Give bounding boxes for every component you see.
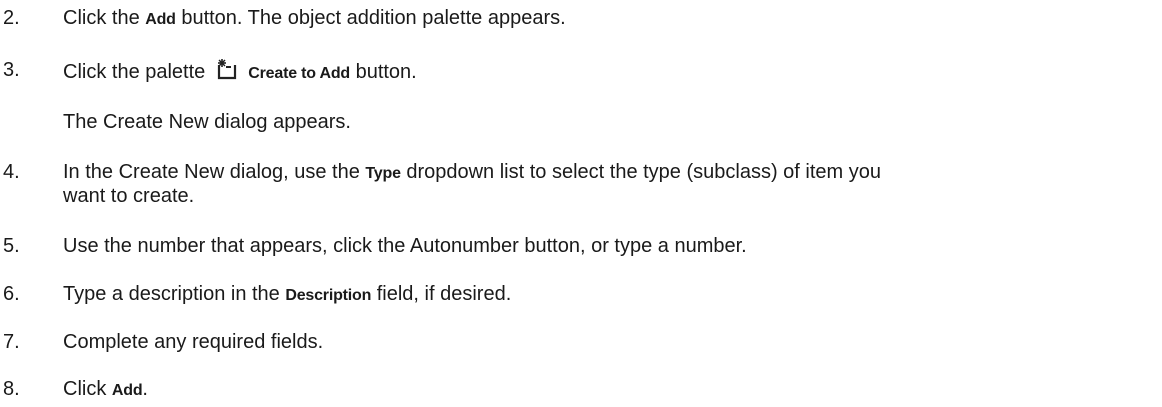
step-4-continuation: want to create. xyxy=(63,185,195,207)
create-new-icon xyxy=(215,58,239,87)
step-text: Click the palette Create to Add button. xyxy=(63,58,1158,87)
step-number: 3. xyxy=(3,59,20,81)
step-text: Use the number that appears, click the A… xyxy=(63,235,747,257)
ui-label-type: Type xyxy=(365,165,401,182)
step-number: 7. xyxy=(3,331,20,353)
step-number: 5. xyxy=(3,235,20,257)
step-text: Click Add. xyxy=(63,378,148,400)
ui-label-description: Description xyxy=(285,287,372,304)
step-number: 4. xyxy=(3,161,20,183)
instruction-document: 2. Click the Add button. The object addi… xyxy=(0,0,1162,407)
step-number: 6. xyxy=(3,283,20,305)
step-number: 2. xyxy=(3,7,20,29)
step-text: Type a description in the Description fi… xyxy=(63,283,512,305)
step-text: Complete any required fields. xyxy=(63,331,324,353)
ui-label-add: Add xyxy=(111,382,143,399)
step-3-note: The Create New dialog appears. xyxy=(63,111,351,133)
step-text: Click the Add button. The object additio… xyxy=(63,7,566,29)
step-number: 8. xyxy=(3,378,20,400)
ui-label-create-to-add: Create to Add xyxy=(248,65,351,82)
step-text: In the Create New dialog, use the Type d… xyxy=(63,161,881,183)
ui-label-add: Add xyxy=(145,11,176,28)
